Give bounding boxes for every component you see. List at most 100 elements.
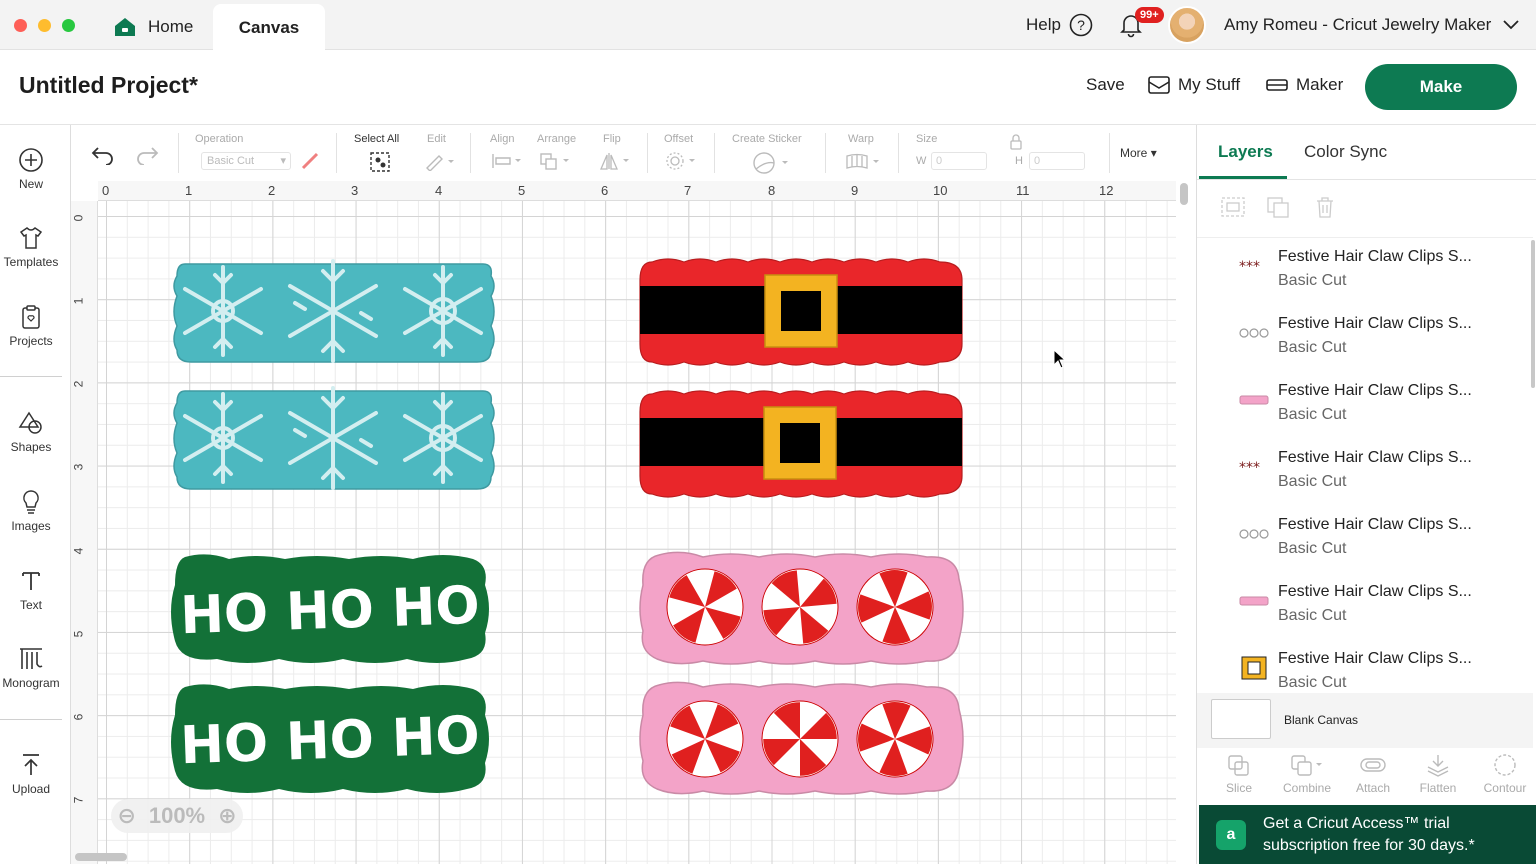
sidebar-item-text[interactable]: Text — [0, 568, 62, 612]
window-close-button[interactable] — [14, 19, 27, 32]
snowflake-clip-design[interactable] — [171, 383, 497, 495]
lightbulb-icon — [23, 490, 39, 514]
tab-canvas[interactable]: Canvas — [213, 4, 325, 51]
santa-belt-clip-design[interactable] — [638, 388, 968, 500]
offset-icon[interactable] — [665, 151, 697, 171]
make-label: Make — [1419, 77, 1463, 96]
sidebar-item-monogram[interactable]: Monogram — [0, 646, 62, 690]
dots-thumbnail-icon: *** — [1239, 461, 1260, 473]
slice-button[interactable]: Slice — [1209, 753, 1269, 795]
cricut-access-promo[interactable]: a Get a Cricut Access™ trial subscriptio… — [1199, 805, 1536, 864]
tab-canvas-label: Canvas — [238, 17, 300, 37]
duplicate-icon[interactable] — [1265, 195, 1293, 219]
help-button[interactable]: Help ? — [1026, 0, 1093, 50]
sidebar-item-images[interactable]: Images — [0, 489, 62, 533]
toolbar-divider — [470, 133, 471, 173]
panel-divider — [1197, 179, 1536, 180]
arrange-icon[interactable] — [539, 152, 571, 170]
rings-thumbnail-icon — [1239, 529, 1269, 539]
lock-icon[interactable] — [1009, 134, 1023, 150]
machine-button[interactable]: Maker — [1266, 75, 1343, 95]
sticker-icon[interactable] — [752, 151, 790, 175]
ruler-tick: 0 — [71, 214, 86, 222]
layers-panel: Layers Color Sync *** Festive Hair Claw … — [1196, 125, 1536, 864]
window-minimize-button[interactable] — [38, 19, 51, 32]
sidebar-item-label: Text — [19, 598, 42, 612]
group-icon[interactable] — [1219, 195, 1247, 219]
height-value: 0 — [1034, 155, 1041, 167]
sidebar-item-label: Monogram — [2, 676, 60, 690]
my-stuff-button[interactable]: My Stuff — [1148, 75, 1240, 95]
avatar[interactable] — [1168, 6, 1206, 44]
window-zoom-button[interactable] — [62, 19, 75, 32]
warp-icon[interactable] — [846, 153, 882, 171]
arrange-label: Arrange — [537, 133, 577, 145]
peppermint-clip-design[interactable] — [637, 681, 967, 797]
select-all-icon[interactable] — [369, 151, 391, 173]
list-item[interactable]: Festive Hair Claw Clips S... Basic Cut — [1197, 573, 1533, 640]
buckle-thumbnail-icon — [1241, 656, 1267, 680]
peppermint-clip-design[interactable] — [637, 551, 967, 667]
trash-icon[interactable] — [1311, 195, 1339, 219]
list-item[interactable]: *** Festive Hair Claw Clips S... Basic C… — [1197, 238, 1533, 305]
santa-belt-clip-design[interactable] — [638, 256, 968, 368]
redo-icon[interactable] — [135, 145, 159, 165]
attach-button[interactable]: Attach — [1343, 753, 1403, 795]
height-input[interactable]: 0 — [1029, 152, 1085, 170]
layers-scrollbar[interactable] — [1531, 240, 1535, 388]
tab-color-sync[interactable]: Color Sync — [1304, 142, 1387, 162]
flatten-button[interactable]: Flatten — [1408, 753, 1468, 795]
clipboard-icon — [22, 305, 40, 329]
toolbar-divider — [178, 133, 179, 173]
layer-thumbnail: *** — [1239, 254, 1269, 278]
sidebar-item-upload[interactable]: Upload — [0, 752, 62, 796]
account-name: Amy Romeu - Cricut Jewelry Maker — [1224, 15, 1492, 34]
hohoho-text: HO HO HO — [179, 576, 480, 646]
list-item[interactable]: *** Festive Hair Claw Clips S... Basic C… — [1197, 439, 1533, 506]
hohoho-clip-design[interactable]: HO HO HO — [167, 681, 493, 797]
make-button[interactable]: Make — [1365, 64, 1517, 110]
sidebar-item-new[interactable]: New — [0, 147, 62, 191]
edit-toolbar: Operation Basic Cut ▾ Select All Edit Ali… — [71, 125, 1196, 181]
snowflake-clip-design[interactable] — [171, 256, 497, 368]
width-input[interactable]: 0 — [931, 152, 987, 170]
list-item[interactable]: Festive Hair Claw Clips S... Basic Cut — [1197, 305, 1533, 372]
undo-icon[interactable] — [91, 145, 115, 165]
project-title[interactable]: Untitled Project* — [19, 72, 198, 99]
blank-canvas-row[interactable]: Blank Canvas — [1197, 693, 1533, 748]
zoom-out-button[interactable]: ⊖ — [117, 803, 135, 829]
tab-layers[interactable]: Layers — [1218, 142, 1273, 162]
list-item[interactable]: Festive Hair Claw Clips S... Basic Cut — [1197, 640, 1533, 693]
sidebar-item-projects[interactable]: Projects — [0, 304, 62, 348]
save-button[interactable]: Save — [1086, 75, 1125, 95]
tab-home[interactable]: Home — [102, 4, 210, 50]
edit-label: Edit — [427, 133, 446, 145]
layer-thumbnail: *** — [1239, 455, 1269, 479]
layer-name: Festive Hair Claw Clips S... — [1278, 315, 1472, 332]
layer-name: Festive Hair Claw Clips S... — [1278, 583, 1472, 600]
list-item[interactable]: Festive Hair Claw Clips S... Basic Cut — [1197, 372, 1533, 439]
pen-color-icon[interactable] — [300, 151, 320, 171]
contour-button[interactable]: Contour — [1475, 753, 1535, 795]
more-button[interactable]: More ▾ — [1120, 146, 1157, 160]
align-icon[interactable] — [491, 153, 523, 169]
horizontal-scrollbar[interactable] — [75, 853, 127, 861]
edit-pencil-icon[interactable] — [424, 151, 456, 171]
ruler-tick: 3 — [71, 463, 86, 471]
caret-down-icon: ▾ — [1150, 146, 1157, 160]
design-canvas[interactable]: 0 1 2 3 4 5 6 7 8 9 10 11 12 0 1 2 3 4 5… — [71, 181, 1196, 864]
sidebar-item-templates[interactable]: Templates — [0, 225, 62, 269]
flip-icon[interactable] — [599, 151, 631, 171]
pink-bar-thumbnail-icon — [1239, 395, 1269, 405]
combine-button[interactable]: Combine — [1277, 753, 1337, 795]
operation-label: Operation — [195, 133, 244, 145]
sidebar-item-shapes[interactable]: Shapes — [0, 410, 62, 454]
zoom-in-button[interactable]: ⊕ — [218, 803, 236, 829]
attach-label: Attach — [1355, 781, 1391, 795]
operation-select[interactable]: Basic Cut ▾ — [201, 152, 291, 170]
account-menu[interactable]: Amy Romeu - Cricut Jewelry Maker — [1224, 0, 1519, 50]
layer-thumbnail — [1239, 321, 1269, 345]
list-item[interactable]: Festive Hair Claw Clips S... Basic Cut — [1197, 506, 1533, 573]
vertical-scrollbar[interactable] — [1180, 183, 1188, 205]
hohoho-clip-design[interactable]: HO HO HO — [167, 551, 493, 667]
